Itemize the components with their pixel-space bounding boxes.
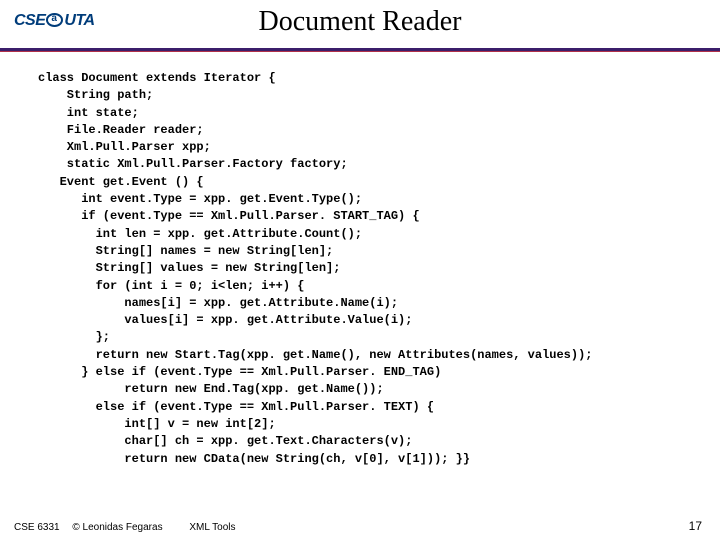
- code-line: int event.Type = xpp. get.Event.Type();: [38, 192, 362, 206]
- code-line: File.Reader reader;: [38, 123, 204, 137]
- divider: [0, 48, 720, 52]
- copyright: © Leonidas Fegaras: [72, 522, 162, 533]
- header: CSE UTA Document Reader: [0, 0, 720, 54]
- page-title: Document Reader: [0, 0, 720, 38]
- logo: CSE UTA: [14, 12, 95, 30]
- code-block: class Document extends Iterator { String…: [38, 70, 704, 468]
- at-icon: [46, 13, 63, 27]
- code-line: } else if (event.Type == Xml.Pull.Parser…: [38, 365, 441, 379]
- course-code: CSE 6331: [14, 522, 60, 533]
- slide: CSE UTA Document Reader class Document ex…: [0, 0, 720, 540]
- code-line: values[i] = xpp. get.Attribute.Value(i);: [38, 313, 412, 327]
- code-line: int[] v = new int[2];: [38, 417, 276, 431]
- code-line: class Document extends Iterator {: [38, 71, 276, 85]
- code-line: for (int i = 0; i<len; i++) {: [38, 279, 304, 293]
- code-line: return new End.Tag(xpp. get.Name());: [38, 382, 384, 396]
- code-line: return new Start.Tag(xpp. get.Name(), ne…: [38, 348, 593, 362]
- code-line: names[i] = xpp. get.Attribute.Name(i);: [38, 296, 398, 310]
- code-line: Event get.Event () {: [38, 175, 204, 189]
- code-line: String[] values = new String[len];: [38, 261, 340, 275]
- code-line: else if (event.Type == Xml.Pull.Parser. …: [38, 400, 434, 414]
- code-line: if (event.Type == Xml.Pull.Parser. START…: [38, 209, 420, 223]
- code-line: };: [38, 330, 110, 344]
- code-line: int state;: [38, 106, 139, 120]
- code-line: static Xml.Pull.Parser.Factory factory;: [38, 157, 348, 171]
- footer-title: XML Tools: [189, 522, 235, 533]
- logo-left-text: CSE: [14, 12, 45, 29]
- page-number: 17: [689, 519, 702, 533]
- code-line: char[] ch = xpp. get.Text.Characters(v);: [38, 434, 412, 448]
- code-line: String path;: [38, 88, 153, 102]
- code-line: return new CData(new String(ch, v[0], v[…: [38, 452, 470, 466]
- code-line: String[] names = new String[len];: [38, 244, 333, 258]
- footer: CSE 6331 © Leonidas Fegaras XML Tools 17: [14, 522, 706, 533]
- code-line: Xml.Pull.Parser xpp;: [38, 140, 211, 154]
- code-line: int len = xpp. get.Attribute.Count();: [38, 227, 362, 241]
- logo-right-text: UTA: [64, 12, 94, 29]
